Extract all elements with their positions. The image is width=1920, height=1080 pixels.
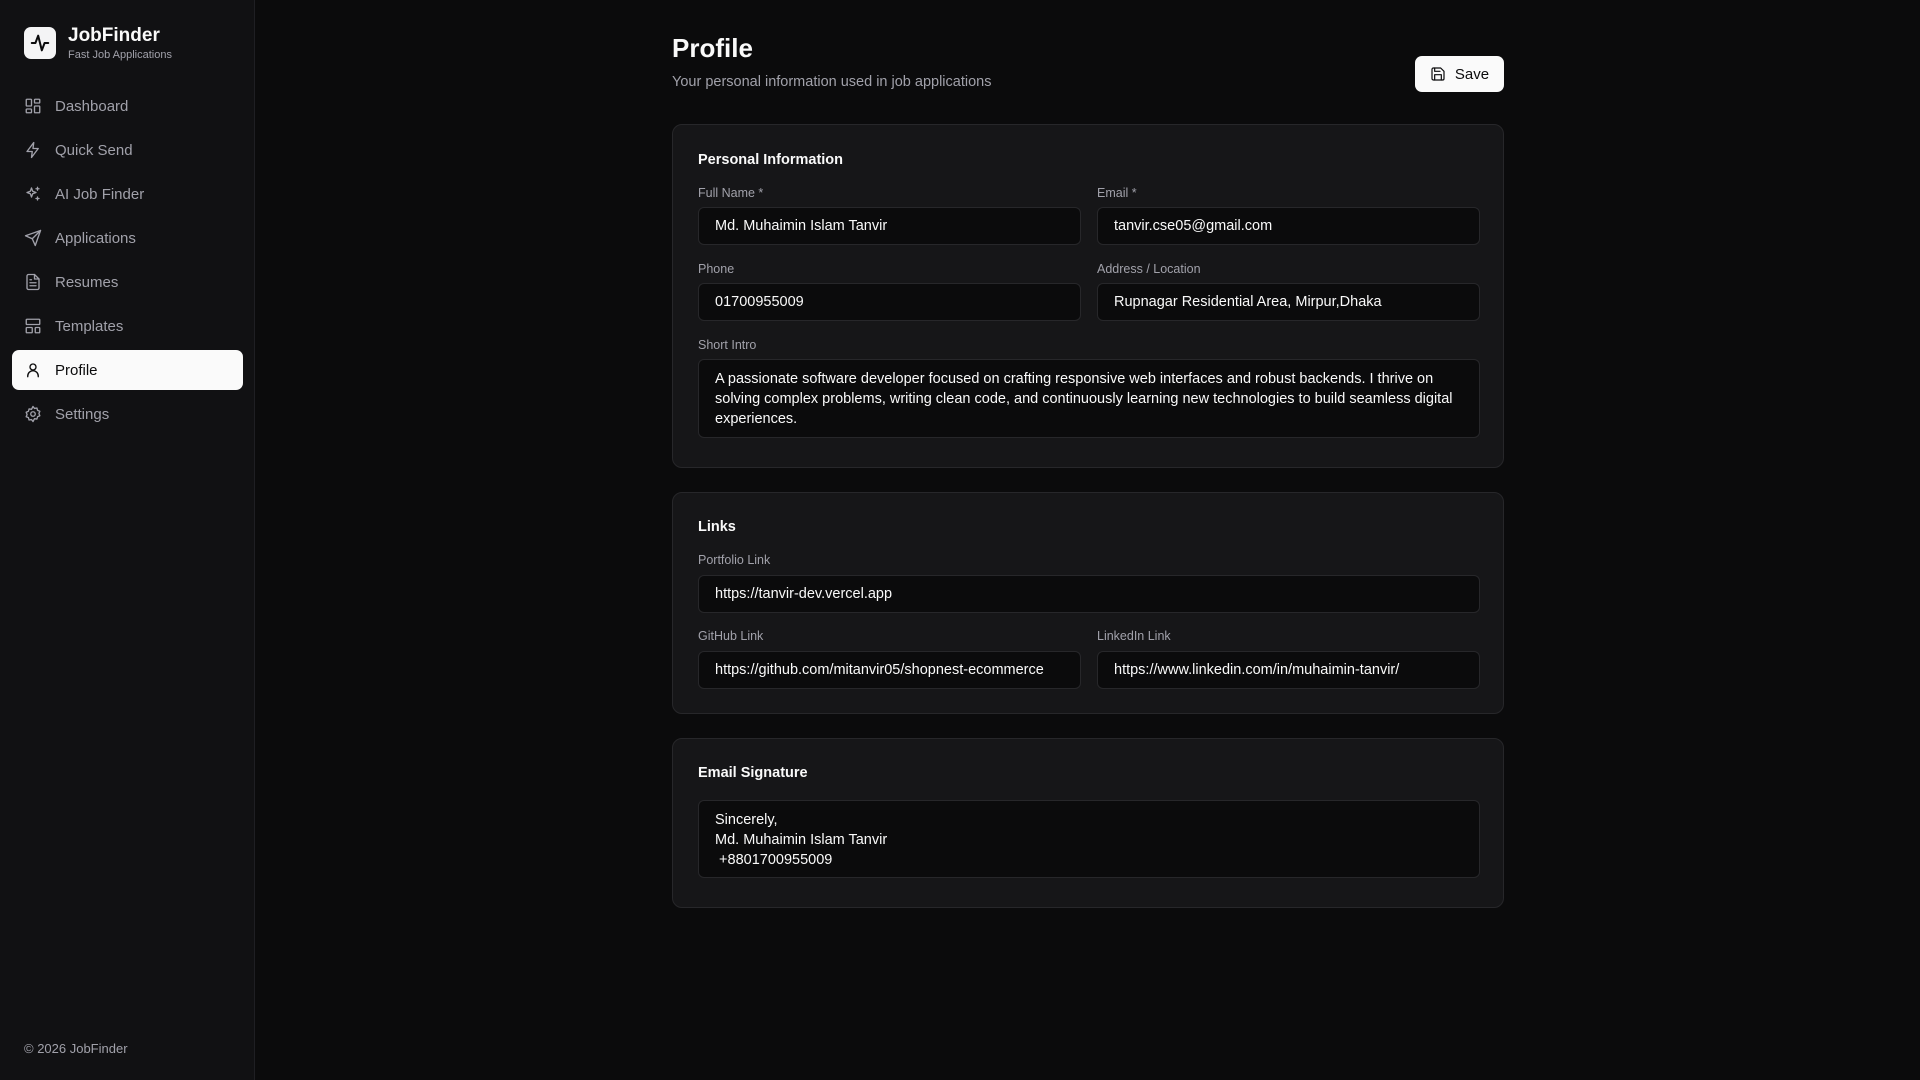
email-label: Email * [1097, 186, 1137, 200]
email-signature-card: Email Signature Sincerely, Md. Muhaimin … [672, 738, 1504, 908]
brand[interactable]: JobFinder Fast Job Applications [24, 25, 172, 61]
sidebar-item-label: Dashboard [55, 97, 129, 115]
brand-tagline: Fast Job Applications [68, 49, 172, 61]
sidebar-item-label: Profile [55, 361, 98, 379]
sidebar-item-dashboard[interactable]: Dashboard [12, 86, 243, 126]
sidebar-item-label: AI Job Finder [55, 185, 145, 203]
linkedin-link-label: LinkedIn Link [1097, 629, 1171, 643]
save-button[interactable]: Save [1415, 56, 1504, 92]
card-title: Links [698, 519, 736, 535]
short-intro-textarea[interactable]: A passionate software developer focused … [698, 359, 1480, 438]
email-signature-textarea[interactable]: Sincerely, Md. Muhaimin Islam Tanvir +88… [698, 800, 1480, 878]
layout-icon [25, 318, 41, 334]
linkedin-link-field[interactable]: https://www.linkedin.com/in/muhaimin-tan… [1097, 651, 1480, 689]
sidebar-item-quick-send[interactable]: Quick Send [12, 130, 243, 170]
send-icon [24, 229, 42, 247]
dashboard-grid-icon [25, 98, 41, 114]
lightning-icon [26, 141, 39, 159]
short-intro-label: Short Intro [698, 338, 757, 352]
save-icon [1431, 67, 1445, 81]
sidebar-item-label: Resumes [55, 273, 119, 291]
sidebar-item-settings[interactable]: Settings [12, 394, 243, 434]
card-title: Email Signature [698, 765, 808, 781]
links-card: Links Portfolio Link https://tanvir-dev.… [672, 492, 1504, 714]
sidebar-item-label: Settings [55, 405, 110, 423]
address-label: Address / Location [1097, 262, 1201, 276]
full-name-field[interactable]: Md. Muhaimin Islam Tanvir [698, 207, 1081, 245]
gear-icon [25, 405, 41, 423]
save-button-label: Save [1454, 65, 1490, 83]
sidebar-item-resumes[interactable]: Resumes [12, 262, 243, 302]
activity-logo-icon [24, 27, 56, 59]
sidebar-item-label: Applications [55, 229, 136, 247]
sparkles-icon [26, 186, 40, 201]
sidebar-item-applications[interactable]: Applications [12, 218, 243, 258]
github-link-field[interactable]: https://github.com/mitanvir05/shopnest-e… [698, 651, 1081, 689]
email-field[interactable]: tanvir.cse05@gmail.com [1097, 207, 1480, 245]
full-name-label: Full Name * [698, 186, 764, 200]
address-field[interactable]: Rupnagar Residential Area, Mirpur,Dhaka [1097, 283, 1480, 321]
sidebar-item-label: Templates [55, 317, 124, 335]
page-subtitle: Your personal information used in job ap… [672, 74, 992, 90]
sidebar-item-templates[interactable]: Templates [12, 306, 243, 346]
portfolio-link-field[interactable]: https://tanvir-dev.vercel.app [698, 575, 1480, 613]
sidebar-item-profile[interactable]: Profile [12, 350, 243, 390]
sidebar-nav: Dashboard Quick Send AI Job Finder Appli… [12, 86, 243, 438]
portfolio-link-label: Portfolio Link [698, 553, 771, 567]
user-icon [27, 363, 39, 378]
card-title: Personal Information [698, 152, 844, 168]
phone-label: Phone [698, 262, 735, 276]
personal-information-card: Personal Information Full Name * Md. Muh… [672, 124, 1504, 468]
sidebar-item-label: Quick Send [55, 141, 133, 159]
github-link-label: GitHub Link [698, 629, 764, 643]
document-icon [26, 273, 40, 291]
footer-copyright: © 2026 JobFinder [24, 1041, 128, 1056]
sidebar: JobFinder Fast Job Applications Dashboar… [0, 0, 255, 1080]
page-title: Profile [672, 33, 753, 63]
sidebar-item-ai-job-finder[interactable]: AI Job Finder [12, 174, 243, 214]
brand-name: JobFinder [68, 25, 160, 46]
phone-field[interactable]: 01700955009 [698, 283, 1081, 321]
